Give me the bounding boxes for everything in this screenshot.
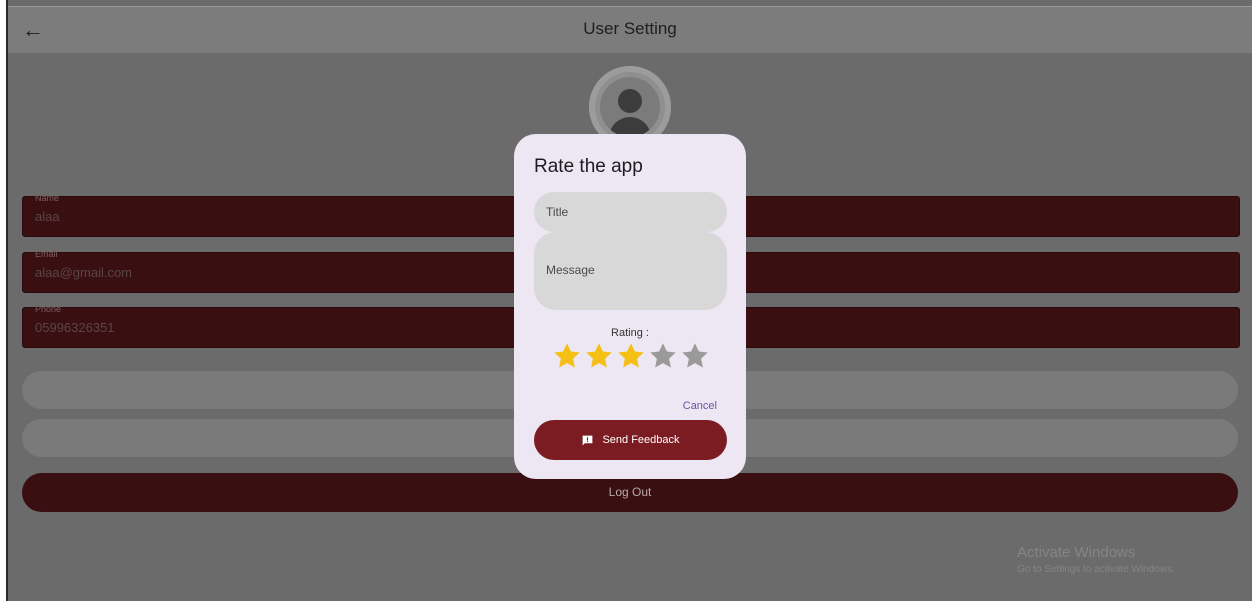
dialog-title: Rate the app bbox=[534, 156, 643, 177]
star-rating[interactable] bbox=[551, 339, 711, 373]
person-icon bbox=[600, 77, 660, 137]
star-filled-icon[interactable] bbox=[583, 339, 615, 373]
cancel-button[interactable]: Cancel bbox=[683, 400, 717, 412]
send-feedback-button[interactable]: Send Feedback bbox=[534, 420, 727, 460]
send-feedback-label: Send Feedback bbox=[602, 434, 680, 446]
email-field-label: Email bbox=[35, 249, 58, 259]
rate-app-dialog: Rate the app Title Message Rating : Canc… bbox=[514, 134, 746, 479]
title-input[interactable]: Title bbox=[534, 192, 727, 232]
star-filled-icon[interactable] bbox=[615, 339, 647, 373]
email-field-value: alaa@gmail.com bbox=[35, 265, 133, 280]
phone-field-label: Phone bbox=[35, 304, 62, 314]
window-border bbox=[6, 0, 8, 601]
watermark-title: Activate Windows bbox=[1017, 544, 1136, 561]
star-filled-icon[interactable] bbox=[551, 339, 583, 373]
page-title: User Setting bbox=[583, 19, 677, 38]
rating-label: Rating : bbox=[611, 327, 649, 339]
feedback-icon bbox=[583, 435, 593, 445]
message-input-placeholder: Message bbox=[546, 263, 595, 277]
message-input[interactable]: Message bbox=[534, 232, 727, 310]
activate-windows-watermark: Activate Windows Go to Settings to activ… bbox=[1017, 544, 1175, 575]
name-field-label: Name bbox=[35, 193, 60, 203]
star-empty-icon[interactable] bbox=[679, 339, 711, 373]
phone-field-value: 05996326351 bbox=[35, 320, 115, 335]
title-input-placeholder: Title bbox=[546, 205, 569, 219]
app-bar: ← User Setting bbox=[8, 6, 1252, 53]
star-empty-icon[interactable] bbox=[647, 339, 679, 373]
name-field-value: alaa bbox=[35, 209, 60, 224]
watermark-subtitle: Go to Settings to activate Windows. bbox=[1017, 564, 1175, 575]
